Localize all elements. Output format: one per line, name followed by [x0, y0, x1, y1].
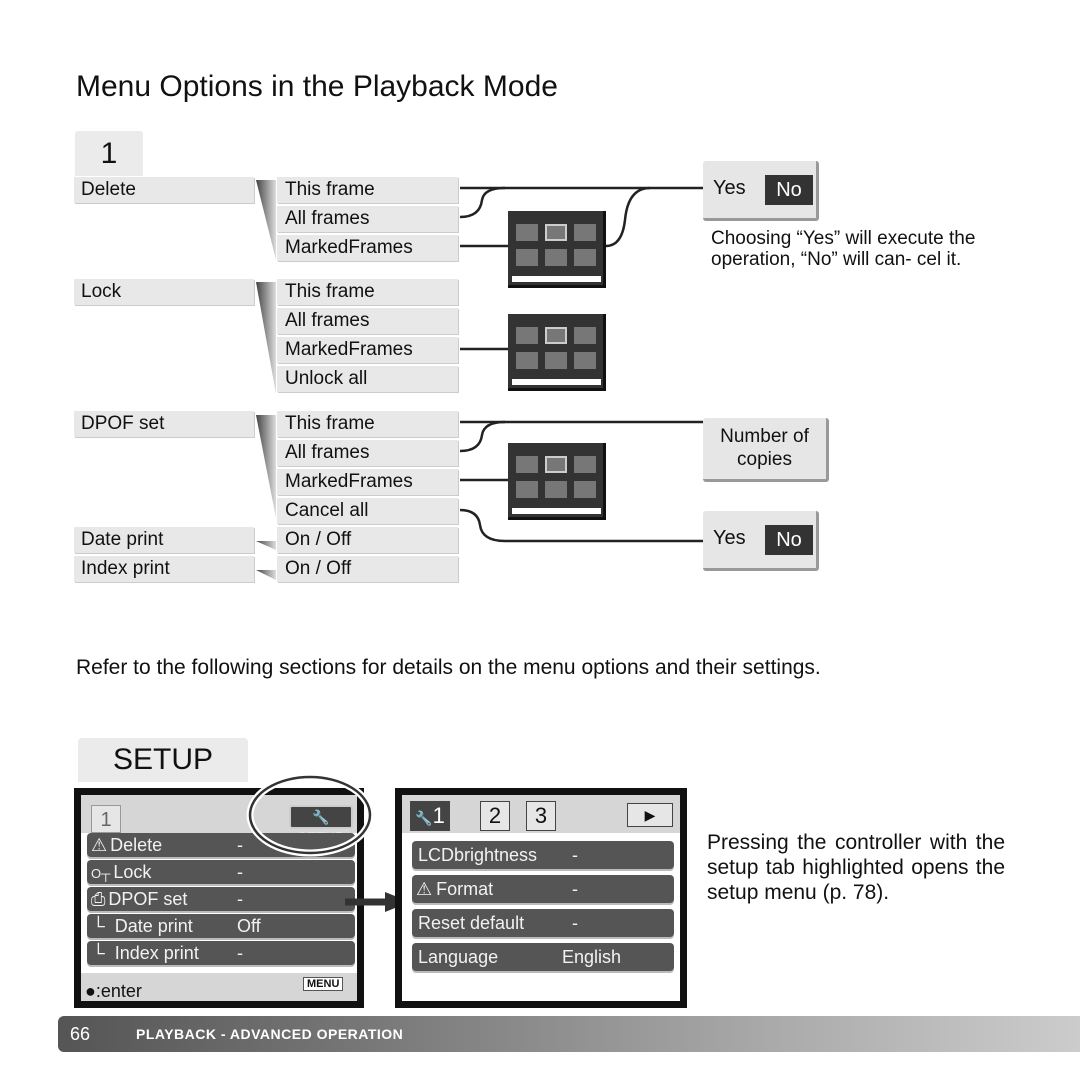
confirm-dialog: Yes No — [703, 161, 819, 221]
row-label: Lock — [113, 862, 152, 882]
highlight-circle-and-arrow — [246, 773, 410, 912]
sub-item-icon: └ — [92, 916, 105, 936]
confirm-dialog: Yes No — [703, 511, 819, 571]
row-value: - — [572, 913, 578, 933]
screen-row-reset-default: Reset default - — [412, 909, 674, 937]
wrench-icon: 🔧 — [415, 810, 433, 826]
enter-hint: ●:enter — [85, 981, 142, 1002]
no-option: No — [765, 525, 813, 555]
setup-tab-2[interactable]: 2 — [480, 801, 510, 831]
menu-back-icon: MENU — [303, 977, 344, 991]
key-icon: O┬ — [91, 866, 111, 881]
screen-row-format: ⚠ Format - — [412, 875, 674, 903]
row-label: Delete — [110, 835, 163, 855]
row-label: DPOF set — [108, 889, 188, 909]
thumbnail-grid-icon — [508, 211, 606, 288]
page-number: 66 — [70, 1024, 91, 1044]
row-label: Date print — [114, 916, 193, 936]
row-value: English — [562, 947, 622, 967]
screen-row-language: Language English — [412, 943, 674, 971]
row-value: - — [572, 879, 578, 899]
print-icon: ⎙ — [91, 889, 106, 909]
row-value: - — [237, 943, 243, 963]
screen-row-lcd-brightness: LCDbrightness - — [412, 841, 674, 869]
no-option: No — [765, 175, 813, 205]
page-footer: 66 PLAYBACK - ADVANCED OPERATION — [58, 1016, 1080, 1052]
playback-tab-icon[interactable]: ▶ — [627, 803, 673, 827]
tab-1: 1 — [91, 805, 121, 833]
refer-text: Refer to the following sections for deta… — [76, 656, 821, 679]
warning-icon: ⚠ — [91, 835, 108, 855]
screen-row-index-print: └ Index print - — [87, 941, 355, 965]
setup-tab-3[interactable]: 3 — [526, 801, 556, 831]
tab-label: 1 — [432, 803, 445, 828]
row-label: Language — [418, 947, 499, 967]
confirm-note: Choosing “Yes” will execute the operatio… — [711, 228, 976, 270]
thumbnail-grid-icon — [508, 443, 606, 520]
row-label: LCDbrightness — [418, 845, 538, 865]
setup-heading: SETUP — [78, 738, 248, 782]
sub-item-icon: └ — [92, 943, 105, 963]
warning-icon: ⚠ — [416, 879, 433, 899]
thumbnail-grid-icon — [508, 314, 606, 391]
section-title: PLAYBACK - ADVANCED OPERATION — [136, 1026, 404, 1042]
row-label: Reset default — [418, 913, 525, 933]
setup-menu-screen: 🔧1 2 3 ▶ LCDbrightness - ⚠ Format - Reset d… — [395, 788, 687, 1008]
controller-dot-icon: ● — [85, 981, 96, 1001]
row-label: Format — [436, 879, 494, 899]
setup-description: Pressing the controller with the setup t… — [707, 831, 1005, 904]
yes-option: Yes — [713, 527, 746, 549]
row-label: Index print — [114, 943, 199, 963]
enter-label: :enter — [95, 981, 142, 1001]
row-value: - — [572, 845, 578, 865]
setup-tab-1[interactable]: 🔧1 — [410, 801, 450, 831]
number-of-copies-box: Number of copies — [703, 418, 829, 482]
yes-option: Yes — [713, 177, 746, 199]
